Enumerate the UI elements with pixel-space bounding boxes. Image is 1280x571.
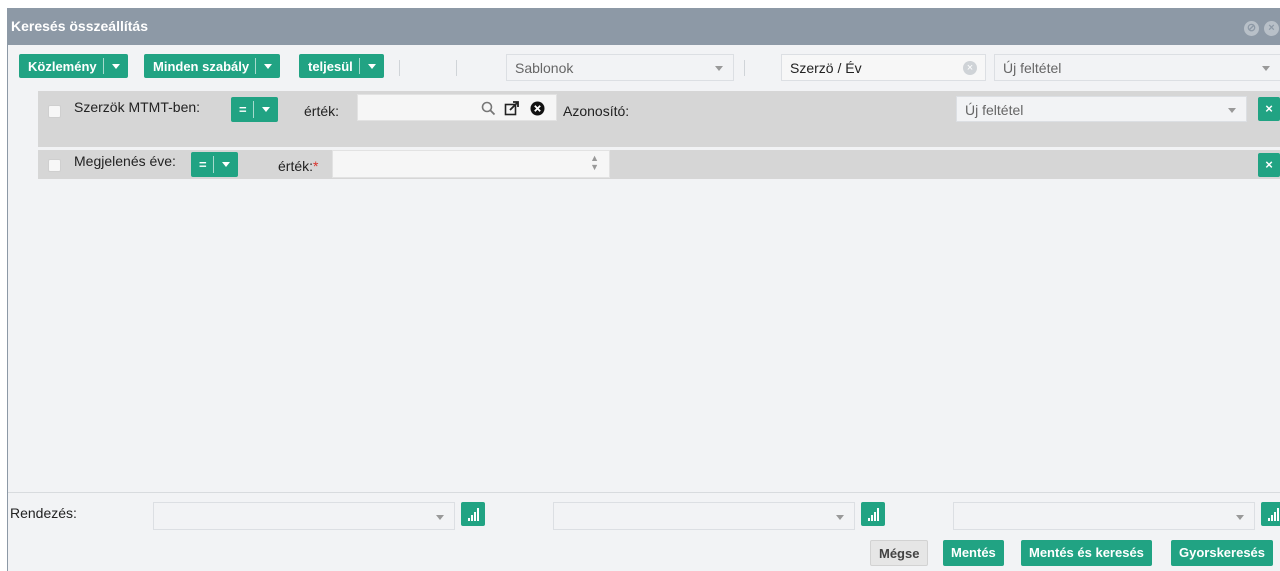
templates-select[interactable]: Sablonok bbox=[506, 54, 734, 81]
toolbar-divider bbox=[744, 60, 745, 76]
sort-bars-icon bbox=[868, 508, 879, 521]
row-label: Megjelenés éve: bbox=[74, 153, 176, 169]
sort-field-select[interactable] bbox=[153, 502, 455, 530]
chevron-down-icon bbox=[836, 515, 844, 520]
saved-search-select[interactable]: Szerzö / Év × bbox=[781, 54, 986, 81]
required-mark: * bbox=[313, 158, 319, 174]
author-value-input[interactable] bbox=[357, 94, 557, 121]
number-spinner-icon[interactable]: ▲ ▼ bbox=[590, 154, 599, 172]
save-button[interactable]: Mentés bbox=[943, 540, 1004, 566]
value-label: érték: bbox=[304, 103, 340, 119]
type-button-label: Közlemény bbox=[28, 59, 97, 74]
toolbar-divider bbox=[456, 60, 457, 76]
year-number-input[interactable]: ▲ ▼ bbox=[332, 150, 610, 178]
condition-row: Megjelenés éve: = érték:* ▲ ▼ × bbox=[38, 150, 1280, 179]
close-icon[interactable]: × bbox=[1264, 21, 1279, 36]
cancel-button[interactable]: Mégse bbox=[870, 540, 929, 566]
condition-row: Szerzök MTMT-ben: = érték: Azonosító: Új… bbox=[38, 91, 1280, 147]
row-new-condition-placeholder: Új feltétel bbox=[965, 102, 1024, 118]
chevron-down-icon bbox=[360, 54, 384, 78]
title-bar[interactable]: Keresés összeállítás ⊘ × bbox=[8, 8, 1280, 45]
sort-bars-icon bbox=[468, 508, 479, 521]
remove-row-button[interactable]: × bbox=[1258, 153, 1280, 177]
chevron-down-icon bbox=[254, 97, 278, 122]
chevron-down-icon bbox=[1228, 108, 1236, 113]
sort-direction-button[interactable] bbox=[461, 502, 485, 526]
remove-value-icon[interactable] bbox=[530, 101, 545, 116]
identifier-label: Azonosító: bbox=[563, 103, 630, 119]
row-checkbox[interactable] bbox=[48, 159, 61, 172]
row-checkbox[interactable] bbox=[48, 105, 61, 118]
templates-placeholder: Sablonok bbox=[515, 60, 574, 76]
sort-direction-button[interactable] bbox=[1261, 502, 1280, 526]
rule-dropdown-button[interactable]: Minden szabály bbox=[144, 54, 281, 78]
sort-field-select[interactable] bbox=[553, 502, 855, 530]
toolbar-divider bbox=[399, 60, 400, 76]
value-label: érték:* bbox=[278, 158, 319, 174]
operator-label: = bbox=[239, 102, 247, 117]
row-label: Szerzök MTMT-ben: bbox=[74, 99, 201, 115]
chevron-down-icon bbox=[436, 515, 444, 520]
sort-field-select[interactable] bbox=[953, 502, 1255, 530]
operator-label: = bbox=[199, 157, 207, 172]
search-builder-dialog: Keresés összeállítás ⊘ × Közlemény Minde… bbox=[7, 8, 1280, 571]
rule-button-label: Minden szabály bbox=[153, 59, 250, 74]
remove-row-button[interactable]: × bbox=[1258, 97, 1280, 121]
condition-dropdown-button[interactable]: teljesül bbox=[299, 54, 384, 78]
open-external-icon[interactable] bbox=[504, 100, 520, 116]
chevron-down-icon bbox=[715, 66, 723, 71]
chevron-down-icon bbox=[256, 54, 280, 78]
divider bbox=[8, 492, 1280, 493]
saved-search-value: Szerzö / Év bbox=[790, 60, 862, 76]
chevron-down-icon bbox=[214, 152, 238, 177]
sort-direction-button[interactable] bbox=[861, 502, 885, 526]
type-dropdown-button[interactable]: Közlemény bbox=[19, 54, 128, 78]
operator-dropdown[interactable]: = bbox=[231, 97, 278, 122]
clear-icon[interactable]: × bbox=[963, 61, 977, 75]
chevron-down-icon bbox=[1236, 515, 1244, 520]
minimize-icon[interactable]: ⊘ bbox=[1244, 21, 1259, 36]
dialog-title: Keresés összeállítás bbox=[11, 18, 148, 34]
chevron-down-icon bbox=[104, 54, 128, 78]
new-condition-select[interactable]: Új feltétel bbox=[994, 54, 1280, 81]
new-condition-placeholder: Új feltétel bbox=[1003, 60, 1062, 76]
row-new-condition-select[interactable]: Új feltétel bbox=[956, 96, 1247, 122]
operator-dropdown[interactable]: = bbox=[191, 152, 238, 177]
chevron-down-icon bbox=[1262, 66, 1270, 71]
quick-search-button[interactable]: Gyorskeresés bbox=[1171, 540, 1274, 566]
sort-label: Rendezés: bbox=[10, 505, 77, 521]
sort-bars-icon bbox=[1268, 508, 1279, 521]
condition-button-label: teljesül bbox=[308, 59, 353, 74]
save-and-search-button[interactable]: Mentés és keresés bbox=[1021, 540, 1152, 566]
search-icon[interactable] bbox=[481, 101, 496, 116]
